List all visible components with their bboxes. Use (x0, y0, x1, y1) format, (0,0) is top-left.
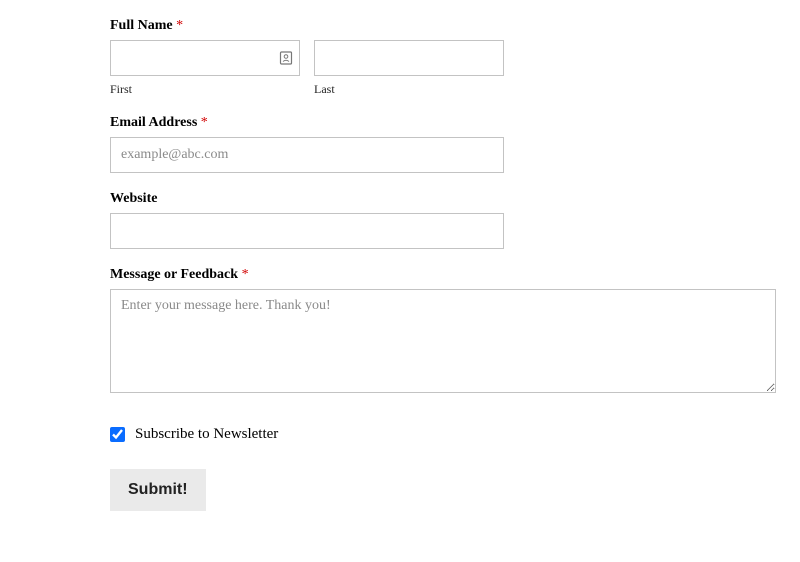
message-group: Message or Feedback * (110, 267, 800, 398)
website-label: Website (110, 191, 800, 207)
email-group: Email Address * (110, 115, 800, 173)
website-input[interactable] (110, 213, 504, 249)
message-required: * (242, 267, 249, 282)
message-textarea[interactable] (110, 289, 776, 393)
full-name-required: * (176, 18, 183, 33)
first-name-col: First (110, 40, 300, 97)
last-name-col: Last (314, 40, 504, 97)
first-name-wrap (110, 40, 300, 76)
newsletter-checkbox[interactable] (110, 427, 125, 442)
email-input[interactable] (110, 137, 504, 173)
full-name-label: Full Name * (110, 18, 800, 34)
message-label: Message or Feedback * (110, 267, 800, 283)
submit-button[interactable]: Submit! (110, 469, 206, 511)
email-required: * (201, 115, 208, 130)
last-name-input[interactable] (314, 40, 504, 76)
first-name-sublabel: First (110, 82, 300, 97)
full-name-group: Full Name * First Last (110, 18, 800, 97)
message-label-text: Message or Feedback (110, 267, 238, 282)
name-row: First Last (110, 40, 800, 97)
last-name-sublabel: Last (314, 82, 504, 97)
email-label-text: Email Address (110, 115, 197, 130)
newsletter-row: Subscribe to Newsletter (110, 426, 800, 443)
email-label: Email Address * (110, 115, 800, 131)
first-name-input[interactable] (110, 40, 300, 76)
website-group: Website (110, 191, 800, 249)
newsletter-label[interactable]: Subscribe to Newsletter (135, 426, 278, 443)
full-name-label-text: Full Name (110, 18, 173, 33)
